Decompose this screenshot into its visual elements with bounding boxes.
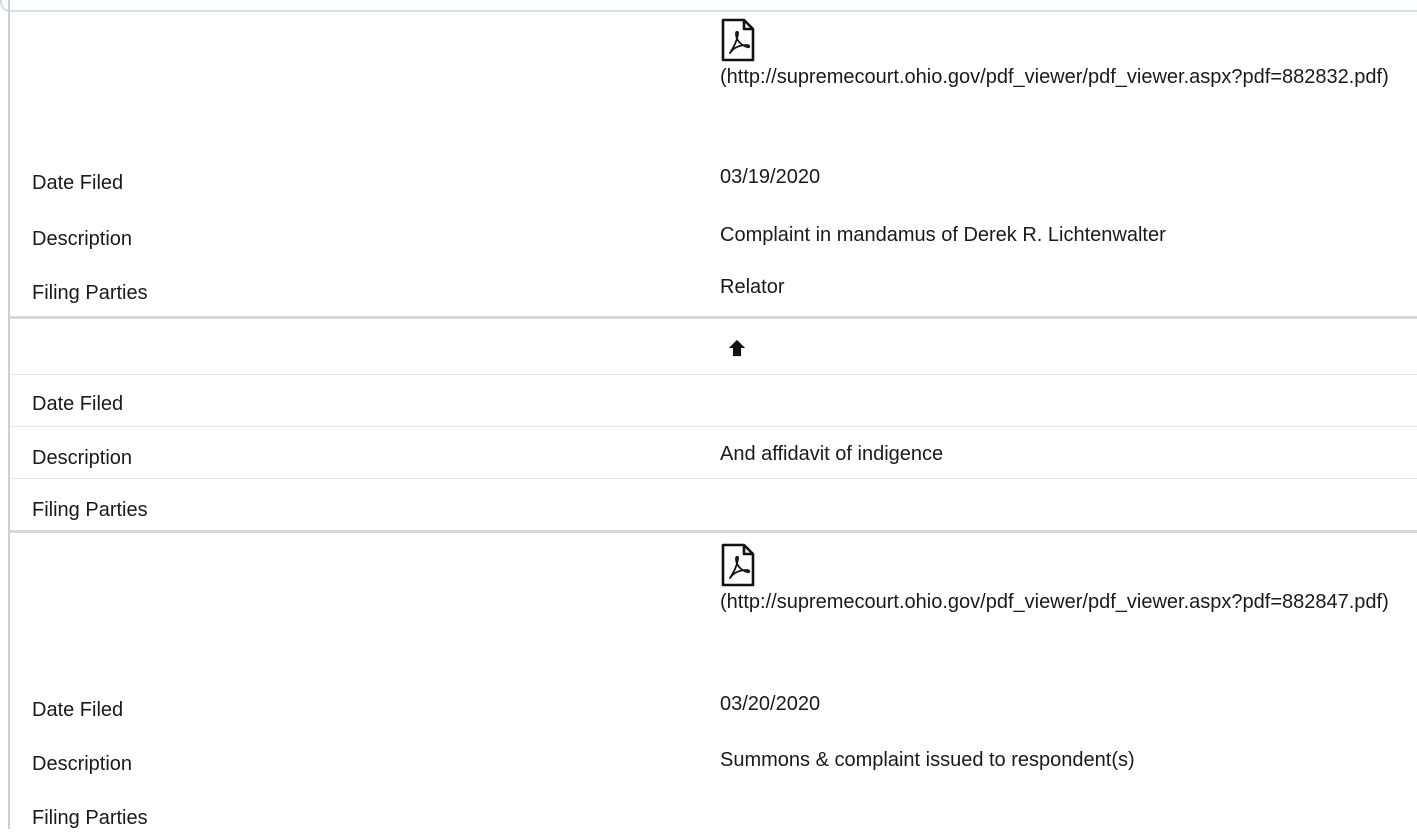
pdf-url-text[interactable]: (http://supremecourt.ohio.gov/pdf_viewer… <box>720 66 1389 88</box>
description-value: And affidavit of indigence <box>720 443 944 465</box>
filing-parties-label: Filing Parties <box>32 282 148 304</box>
pdf-link[interactable]: (http://supremecourt.ohio.gov/pdf_viewer… <box>720 18 1400 92</box>
description-label: Description <box>32 447 133 469</box>
filing-parties-row: Filing Parties <box>10 478 1417 531</box>
docket-entry: Date Filed Description And affidavit of … <box>10 316 1417 530</box>
date-filed-value: 03/19/2020 <box>720 166 821 188</box>
docket-list: (http://supremecourt.ohio.gov/pdf_viewer… <box>8 0 1417 829</box>
date-filed-label: Date Filed <box>32 172 124 194</box>
date-filed-label: Date Filed <box>32 393 124 415</box>
pdf-url-text[interactable]: (http://supremecourt.ohio.gov/pdf_viewer… <box>720 591 1389 613</box>
description-value: Complaint in mandamus of Derek R. Lichte… <box>720 224 1166 246</box>
date-filed-label: Date Filed <box>32 699 124 721</box>
pdf-file-icon <box>721 18 755 62</box>
date-filed-value: 03/20/2020 <box>720 693 821 715</box>
description-label: Description <box>32 753 133 775</box>
date-filed-row: Date Filed <box>10 374 1417 427</box>
pdf-file-icon <box>721 543 755 587</box>
docket-entry: (http://supremecourt.ohio.gov/pdf_viewer… <box>10 530 1417 829</box>
filing-parties-value: Relator <box>720 276 785 298</box>
description-label: Description <box>32 228 133 250</box>
description-row: Description And affidavit of indigence <box>10 426 1417 479</box>
pdf-link[interactable]: (http://supremecourt.ohio.gov/pdf_viewer… <box>720 543 1400 617</box>
docket-entry: (http://supremecourt.ohio.gov/pdf_viewer… <box>10 0 1417 316</box>
description-value: Summons & complaint issued to respondent… <box>720 749 1135 771</box>
arrow-up-icon[interactable] <box>728 339 746 357</box>
filing-parties-label: Filing Parties <box>32 499 148 521</box>
